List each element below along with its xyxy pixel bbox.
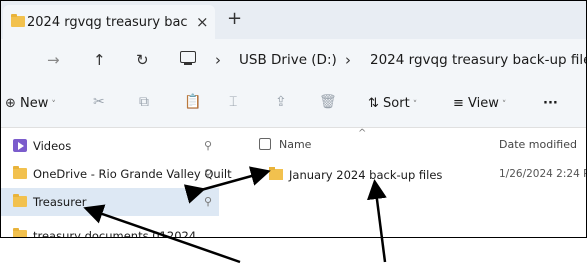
file-explorer-window: 2024 rgvqg treasury back-u × + → ↑ ↻ › U… [0, 0, 587, 238]
column-header-name[interactable]: Name [279, 138, 311, 151]
sidebar-item-videos[interactable]: Videos ⚲ [1, 132, 219, 160]
breadcrumb-drive[interactable]: USB Drive (D:) [239, 52, 337, 68]
pin-icon: ⚲ [204, 167, 213, 180]
view-label: View [468, 96, 499, 111]
refresh-button[interactable]: ↻ [136, 51, 149, 69]
select-all-checkbox[interactable] [259, 138, 271, 150]
folder-icon [13, 228, 27, 237]
tab-bar: 2024 rgvqg treasury back-u × + [1, 1, 586, 39]
view-button[interactable]: ≡ View ˅ [453, 96, 506, 111]
copy-icon[interactable]: ⧉ [139, 94, 149, 110]
command-bar: ⊕ New ˅ ✂ ⧉ 📋 ⌶ ⇪ 🗑 ⇅ Sort ˅ ≡ View ˅ ··· [1, 81, 586, 128]
this-pc-icon[interactable] [180, 51, 196, 65]
file-list: ^ Name Date modified January 2024 back-u… [253, 128, 586, 237]
sidebar-item-treasury-documents[interactable]: treasury documents 012024 [1, 228, 219, 238]
view-icon: ≡ [453, 96, 469, 111]
file-date: 1/26/2024 2:24 PM [499, 168, 586, 180]
sidebar-item-label: treasury documents 012024 [33, 229, 197, 238]
breadcrumb-folder[interactable]: 2024 rgvqg treasury back-up files [370, 52, 586, 68]
sidebar-item-onedrive[interactable]: OneDrive - Rio Grande Valley Quilt ⚲ [1, 160, 232, 188]
new-label: New [20, 96, 49, 111]
folder-icon [13, 166, 27, 179]
chevron-up-icon: ^ [358, 128, 367, 139]
chevron-down-icon: ˅ [412, 100, 418, 110]
chevron-down-icon: ˅ [51, 100, 56, 110]
sidebar-item-label: OneDrive - Rio Grande Valley Quilt [33, 167, 232, 181]
sidebar-item-treasurer[interactable]: Treasurer ⚲ [1, 188, 219, 216]
tab-current[interactable]: 2024 rgvqg treasury back-u × [3, 5, 215, 39]
share-icon[interactable]: ⇪ [275, 94, 287, 110]
up-button[interactable]: ↑ [93, 51, 106, 69]
paste-icon[interactable]: 📋 [184, 94, 201, 110]
chevron-right-icon: › [215, 51, 221, 69]
chevron-right-icon: › [345, 51, 351, 69]
pin-icon: ⚲ [204, 195, 213, 208]
pin-icon: ⚲ [204, 139, 213, 152]
sort-label: Sort [383, 96, 410, 111]
chevron-down-icon: ˅ [501, 100, 507, 110]
rename-icon[interactable]: ⌶ [229, 94, 237, 110]
video-icon [13, 139, 27, 152]
sort-button[interactable]: ⇅ Sort ˅ [368, 96, 417, 111]
delete-icon[interactable]: 🗑 [319, 94, 337, 110]
new-tab-button[interactable]: + [227, 8, 242, 29]
sidebar-item-label: Treasurer [33, 195, 87, 209]
forward-button[interactable]: → [47, 51, 60, 69]
folder-icon [13, 194, 27, 207]
sidebar-item-label: Videos [33, 139, 72, 153]
tab-title: 2024 rgvqg treasury back-u [27, 15, 187, 30]
folder-icon [11, 14, 25, 27]
address-bar: → ↑ ↻ › USB Drive (D:) › 2024 rgvqg trea… [1, 39, 586, 81]
plus-icon: ⊕ [5, 96, 21, 111]
navigation-pane: Videos ⚲ OneDrive - Rio Grande Valley Qu… [1, 128, 232, 238]
close-icon[interactable]: × [196, 13, 209, 31]
folder-icon [269, 167, 283, 180]
column-header-date[interactable]: Date modified [499, 138, 577, 151]
new-button[interactable]: ⊕ New ˅ [5, 96, 56, 111]
more-options-button[interactable]: ··· [543, 96, 558, 111]
file-name: January 2024 back-up files [289, 168, 443, 182]
cut-icon[interactable]: ✂ [93, 94, 105, 110]
sort-icon: ⇅ [368, 96, 384, 111]
